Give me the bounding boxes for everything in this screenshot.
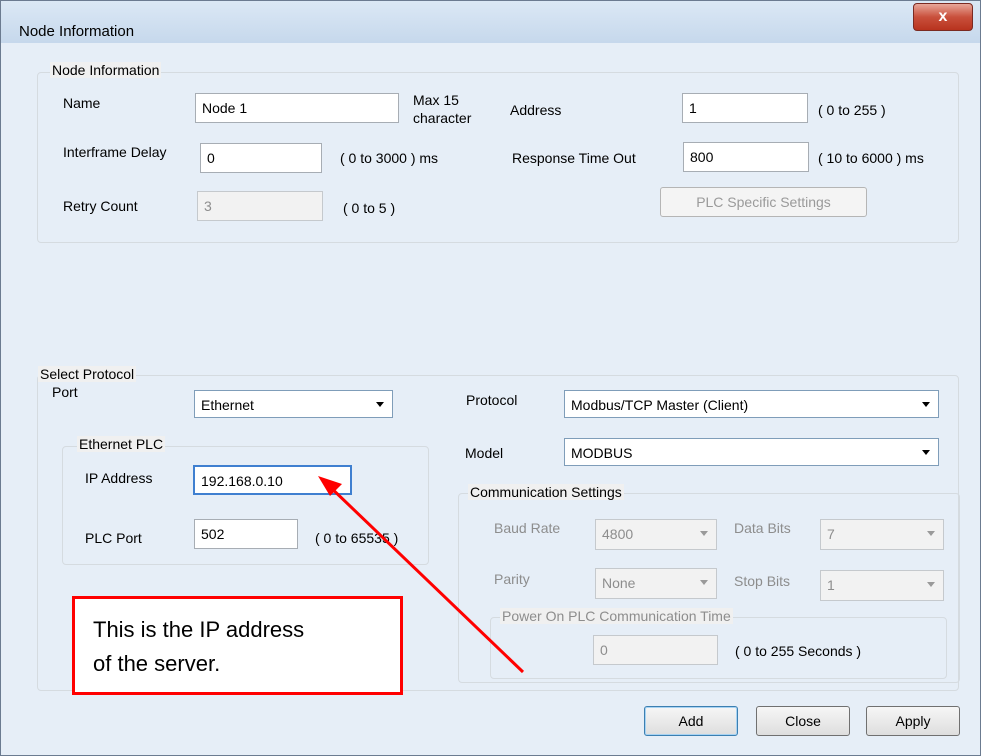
annotation-text-line1: This is the IP address <box>93 617 305 642</box>
annotation-callout: This is the IP address of the server. <box>72 596 403 695</box>
annotation-text-line2: of the server. <box>93 651 221 676</box>
